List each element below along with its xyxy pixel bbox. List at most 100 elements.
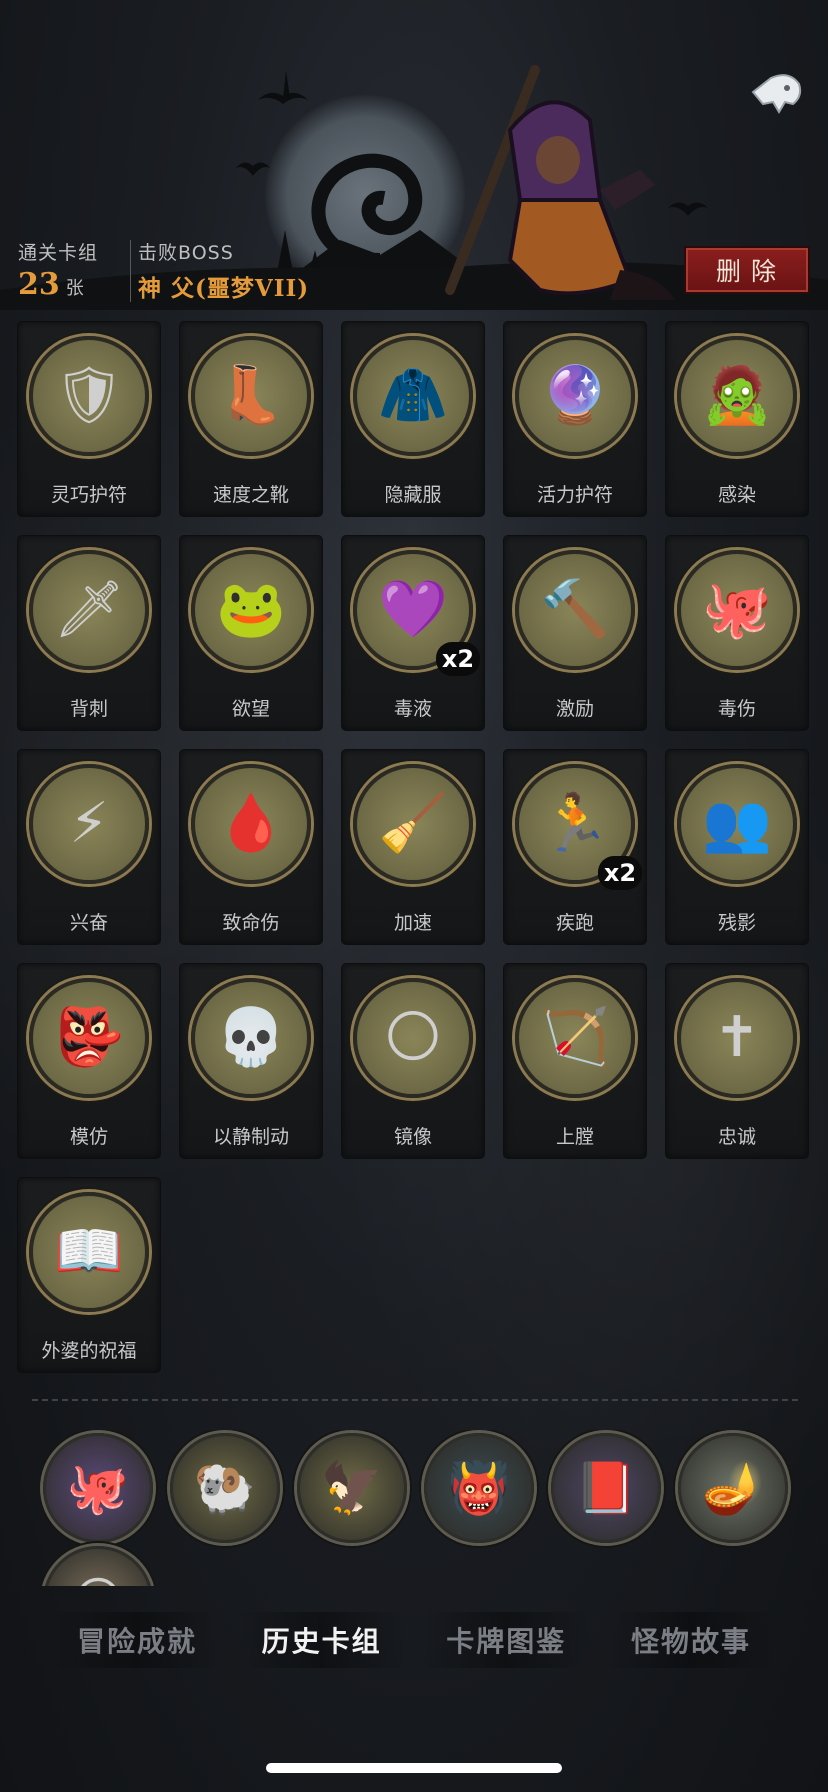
card-name: 欲望 — [231, 698, 270, 720]
card-art-glyph: 📖 — [54, 1219, 124, 1284]
hooded-hero-illustration — [445, 65, 675, 300]
lamp-relic-icon[interactable]: 🪔 — [678, 1433, 788, 1543]
card-name: 模仿 — [69, 1126, 108, 1148]
dagger-icon: 🩸 — [191, 764, 311, 884]
deck-card[interactable]: 🧟 感染 — [666, 322, 808, 516]
card-art-glyph: 🌕 — [383, 1005, 443, 1070]
clear-deck-stat: 通关卡组 23 张 — [18, 238, 98, 302]
backstab-icon: 🗡 — [29, 550, 149, 670]
delete-button[interactable]: 删除 — [684, 246, 810, 294]
deck-card[interactable]: 🔮 活力护符 — [504, 322, 646, 516]
card-name: 活力护符 — [536, 484, 613, 506]
goblin-relic-icon[interactable]: 👹 — [424, 1433, 534, 1543]
card-art-glyph: 🏃 — [540, 791, 610, 856]
excited-icon: ⚡ — [29, 764, 149, 884]
deck-card[interactable]: 🛡 灵巧护符 — [18, 322, 160, 516]
deck-card[interactable]: 👺 模仿 — [18, 964, 160, 1158]
tab-0[interactable]: 冒险成就 — [52, 1612, 222, 1668]
card-name: 兴奋 — [69, 912, 108, 934]
deck-card[interactable]: 💜 x2 毒液 — [342, 536, 484, 730]
card-art-glyph: 🐙 — [702, 577, 772, 642]
card-name: 加速 — [393, 912, 432, 934]
deck-card[interactable]: 👥 残影 — [666, 750, 808, 944]
witch-icon: 🧹 — [353, 764, 473, 884]
bottom-tab-bar: 冒险成就 历史卡组 卡牌图鉴 怪物故事 — [52, 1612, 776, 1668]
ram-skull-relic-icon[interactable]: 🐏 — [170, 1433, 280, 1543]
card-name: 上膛 — [555, 1126, 594, 1148]
tentacle-icon: 🐙 — [677, 550, 797, 670]
card-name: 速度之靴 — [212, 484, 289, 506]
mirror-icon: 🌕 — [353, 978, 473, 1098]
card-name: 残影 — [717, 912, 756, 934]
deck-card[interactable]: 🐸 欲望 — [180, 536, 322, 730]
card-name: 毒伤 — [717, 698, 756, 720]
toad-icon: 🐸 — [191, 550, 311, 670]
card-name: 致命伤 — [222, 912, 280, 934]
stat-divider — [130, 240, 131, 302]
card-art-glyph: 🧟 — [702, 363, 772, 428]
deck-card[interactable]: 🐙 毒伤 — [666, 536, 808, 730]
card-name: 疾跑 — [555, 912, 594, 934]
grandma-icon: 📖 — [29, 1192, 149, 1312]
ghost-back-icon — [751, 74, 802, 114]
back-button[interactable] — [748, 68, 804, 116]
deck-card[interactable]: ✝ 忠诚 — [666, 964, 808, 1158]
bat-icon — [236, 162, 270, 176]
zombie-icon: 🧟 — [677, 336, 797, 456]
card-art-glyph: ⚡ — [69, 791, 109, 856]
card-count-badge: x2 — [598, 856, 642, 890]
deck-card[interactable]: 🏃 x2 疾跑 — [504, 750, 646, 944]
book-relic-icon[interactable]: 📕 — [551, 1433, 661, 1543]
deck-card[interactable]: 🌕 镜像 — [342, 964, 484, 1158]
card-name: 毒液 — [393, 698, 432, 720]
card-art-glyph: 🔮 — [540, 363, 610, 428]
tab-2[interactable]: 卡牌图鉴 — [421, 1612, 592, 1668]
face-relic-icon[interactable]: 😆 — [43, 1546, 153, 1586]
boss-stat: 击败BOSS 神 父(噩梦VII) — [138, 238, 309, 303]
card-grid: 🛡 灵巧护符 👢 速度之靴 🧥 隐藏服 🔮 活力护符 🧟 感染 🗡 背刺 🐸 欲望 💜 x2 毒液 🔨 激励 🐙 毒伤 ⚡… — [18, 322, 810, 1372]
deck-card[interactable]: 🧥 隐藏服 — [342, 322, 484, 516]
card-art-glyph: 🩸 — [216, 791, 286, 856]
deck-card[interactable]: ⚡ 兴奋 — [18, 750, 160, 944]
card-art-glyph: 👥 — [702, 791, 772, 856]
shadow-icon: 👥 — [677, 764, 797, 884]
card-art-glyph: 👢 — [216, 363, 286, 428]
card-art-glyph: 💀 — [216, 1005, 286, 1070]
card-art-glyph: ✝ — [713, 1005, 761, 1070]
boot-icon: 👢 — [191, 336, 311, 456]
deck-card[interactable]: 🩸 致命伤 — [180, 750, 322, 944]
card-art-glyph: 🧹 — [378, 791, 448, 856]
octopus-relic-icon[interactable]: 🐙 — [43, 1433, 153, 1543]
deck-card[interactable]: 💀 以静制动 — [180, 964, 322, 1158]
card-name: 外婆的祝福 — [41, 1340, 137, 1362]
deck-card[interactable]: 🗡 背刺 — [18, 536, 160, 730]
card-art-glyph: 🧥 — [378, 363, 448, 428]
section-divider — [32, 1399, 798, 1401]
deck-card[interactable]: 👢 速度之靴 — [180, 322, 322, 516]
amulet-icon: 🛡 — [29, 336, 149, 456]
deck-card[interactable]: 🔨 激励 — [504, 536, 646, 730]
card-count-badge: x2 — [436, 642, 480, 676]
tab-3[interactable]: 怪物故事 — [605, 1612, 776, 1668]
skull-icon: 💀 — [191, 978, 311, 1098]
card-name: 感染 — [717, 484, 756, 506]
deck-card[interactable]: 🏹 上膛 — [504, 964, 646, 1158]
cross-icon: ✝ — [677, 978, 797, 1098]
deck-card[interactable]: 🧹 加速 — [342, 750, 484, 944]
cloak-icon: 🧥 — [353, 336, 473, 456]
goblin-icon: 👺 — [29, 978, 149, 1098]
header: 通关卡组 23 张 击败BOSS 神 父(噩梦VII) 删除 — [0, 0, 828, 320]
card-name: 激励 — [555, 698, 594, 720]
eagle-relic-icon[interactable]: 🦅 — [297, 1433, 407, 1543]
deck-card[interactable]: 📖 外婆的祝福 — [18, 1178, 160, 1372]
card-name: 灵巧护符 — [50, 484, 127, 506]
tab-1[interactable]: 历史卡组 — [236, 1612, 407, 1668]
card-art-glyph: 🔨 — [540, 577, 610, 642]
card-art-glyph: 🏹 — [540, 1005, 610, 1070]
clear-deck-label: 通关卡组 — [18, 242, 99, 264]
amulet-icon: 🔮 — [515, 336, 635, 456]
card-count-unit: 张 — [65, 278, 84, 299]
boss-label: 击败BOSS — [138, 242, 234, 264]
card-name: 忠诚 — [717, 1126, 756, 1148]
bat-icon — [258, 70, 308, 104]
